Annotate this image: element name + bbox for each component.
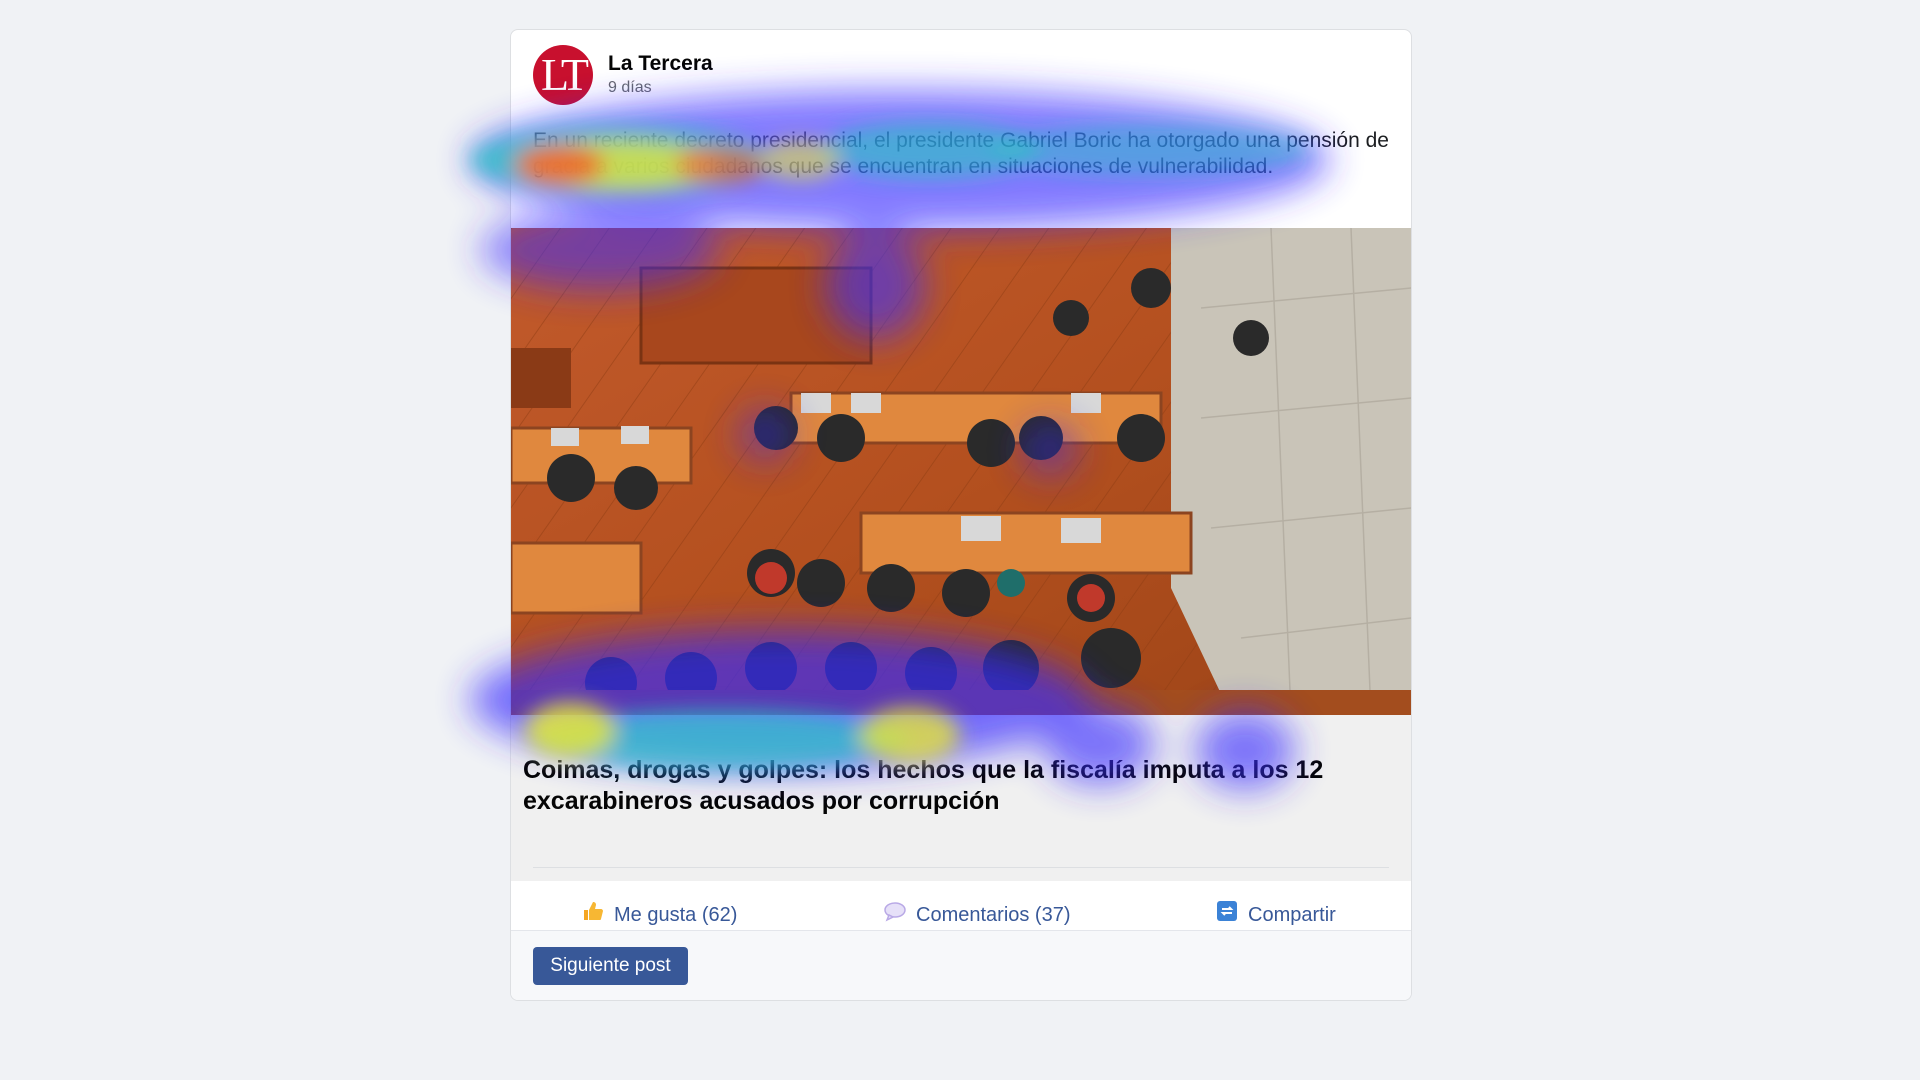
post-header: LT La Tercera 9 días: [511, 30, 1411, 110]
avatar[interactable]: LT: [533, 45, 593, 105]
like-button[interactable]: Me gusta (62): [582, 895, 737, 935]
post-text: En un reciente decreto presidencial, el …: [533, 129, 1389, 178]
next-post-button[interactable]: Siguiente post: [533, 947, 688, 985]
post-timestamp: 9 días: [608, 79, 652, 96]
author-name[interactable]: La Tercera: [608, 52, 713, 76]
comment-button[interactable]: Comentarios (37): [884, 895, 1071, 935]
share-label: Compartir: [1248, 904, 1336, 926]
like-label: Me gusta (62): [614, 904, 738, 926]
comment-label: Comentarios (37): [916, 904, 1071, 926]
divider: [533, 867, 1389, 868]
post-card: LT La Tercera 9 días En un reciente decr…: [510, 29, 1412, 1001]
post-image[interactable]: [511, 228, 1411, 715]
link-headline[interactable]: Coimas, drogas y golpes: los hechos que …: [523, 755, 1403, 817]
share-button[interactable]: Compartir: [1216, 895, 1336, 935]
link-preview[interactable]: Coimas, drogas y golpes: los hechos que …: [511, 715, 1411, 881]
action-bar: Me gusta (62) Comentarios (37) Compartir: [511, 895, 1411, 935]
post-footer: Siguiente post: [511, 930, 1411, 1000]
